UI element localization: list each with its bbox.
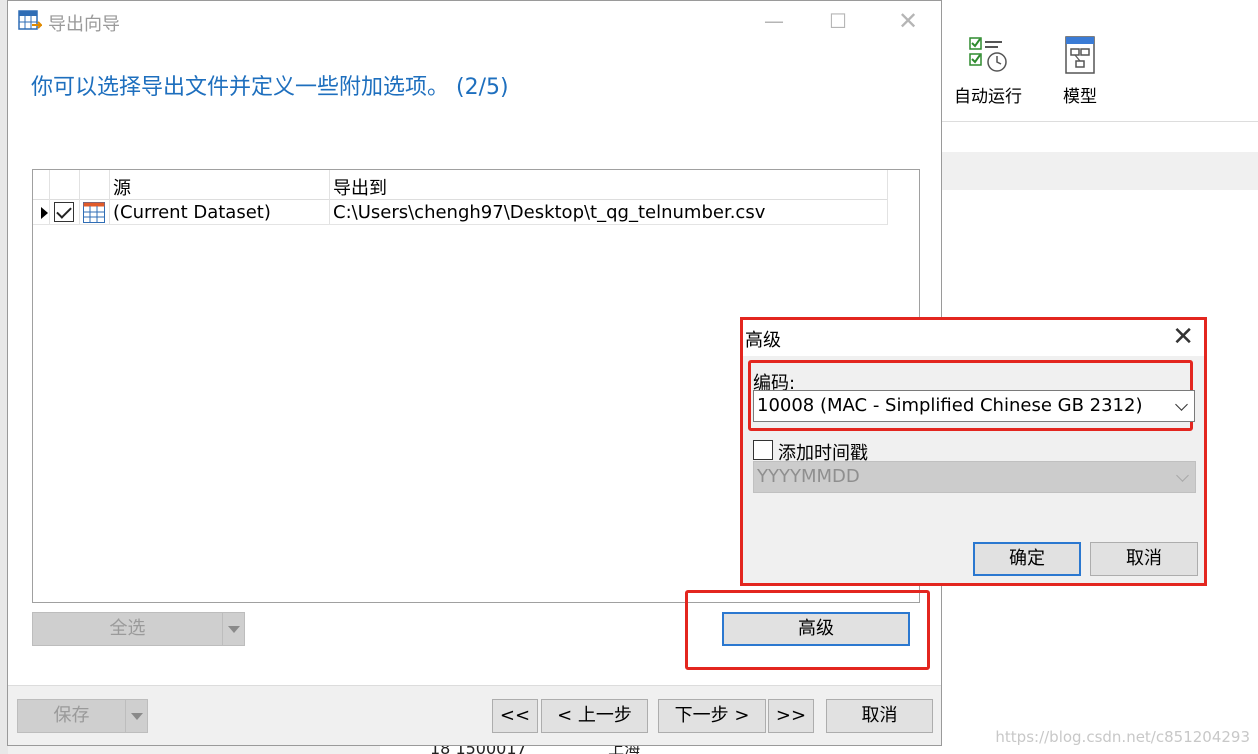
- previous-step-button[interactable]: < 上一步: [541, 699, 648, 733]
- save-button[interactable]: 保存: [17, 699, 148, 733]
- row-source: (Current Dataset): [113, 202, 271, 223]
- row-target-path[interactable]: C:\Users\chengh97\Desktop\t_qg_telnumber…: [333, 202, 765, 223]
- timestamp-format-select[interactable]: YYYYMMDD: [753, 461, 1196, 493]
- timestamp-format-value: YYYYMMDD: [757, 466, 860, 487]
- save-label: 保存: [53, 705, 90, 726]
- auto-run-icon: [968, 34, 1008, 76]
- column-header-source[interactable]: 源: [113, 174, 131, 200]
- advanced-dialog-title: 高级: [745, 330, 781, 351]
- wizard-footer: 保存 << < 上一步 下一步 > >> 取消: [8, 685, 941, 745]
- window-title: 导出向导: [48, 14, 120, 35]
- background-ribbon: 自动运行 模型: [940, 0, 1258, 122]
- chevron-down-icon: [1176, 469, 1189, 482]
- advanced-dialog: 高级 ✕ 编码: 10008 (MAC - Simplified Chinese…: [740, 317, 1207, 586]
- wizard-heading: 你可以选择导出文件并定义一些附加选项。 (2/5): [31, 75, 509, 100]
- highlight-advanced: [685, 590, 930, 670]
- ribbon-auto-run-button[interactable]: 自动运行: [948, 34, 1028, 107]
- row-expand-icon[interactable]: [41, 207, 48, 219]
- table-row[interactable]: (Current Dataset) C:\Users\chengh97\Desk…: [33, 200, 887, 225]
- background-toolbar: [940, 152, 1258, 190]
- encoding-select[interactable]: 10008 (MAC - Simplified Chinese GB 2312): [753, 390, 1195, 422]
- column-header-target[interactable]: 导出到: [333, 174, 387, 200]
- chevron-down-icon[interactable]: [222, 613, 244, 645]
- advanced-dialog-titlebar: 高级 ✕: [743, 320, 1204, 356]
- first-step-button[interactable]: <<: [492, 699, 538, 733]
- close-icon[interactable]: ✕: [1172, 322, 1194, 352]
- ribbon-model-button[interactable]: 模型: [1050, 34, 1110, 107]
- watermark: https://blog.csdn.net/c851204293: [995, 728, 1250, 746]
- dialog-cancel-button[interactable]: 取消: [1090, 542, 1198, 576]
- cancel-button[interactable]: 取消: [826, 699, 933, 733]
- chevron-down-icon[interactable]: [125, 700, 147, 732]
- table-export-icon: [18, 9, 44, 33]
- chevron-down-icon: [1175, 398, 1188, 411]
- ribbon-model-label: 模型: [1063, 87, 1097, 107]
- grid-header: 源 导出到: [33, 170, 887, 200]
- minimize-icon[interactable]: —: [756, 7, 792, 35]
- select-all-label: 全选: [109, 618, 146, 639]
- dataset-icon: [83, 202, 105, 223]
- title-bar: 导出向导 — ☐ ✕: [8, 1, 941, 41]
- next-step-button[interactable]: 下一步 >: [658, 699, 766, 733]
- close-icon[interactable]: ✕: [890, 7, 926, 35]
- last-step-button[interactable]: >>: [768, 699, 814, 733]
- ok-button[interactable]: 确定: [973, 542, 1081, 576]
- encoding-value: 10008 (MAC - Simplified Chinese GB 2312): [757, 395, 1143, 416]
- select-all-button[interactable]: 全选: [32, 612, 245, 646]
- ribbon-auto-run-label: 自动运行: [954, 87, 1022, 107]
- timestamp-checkbox[interactable]: [753, 440, 773, 460]
- model-icon: [1060, 34, 1100, 76]
- maximize-icon[interactable]: ☐: [820, 7, 856, 35]
- row-checkbox[interactable]: [54, 202, 74, 222]
